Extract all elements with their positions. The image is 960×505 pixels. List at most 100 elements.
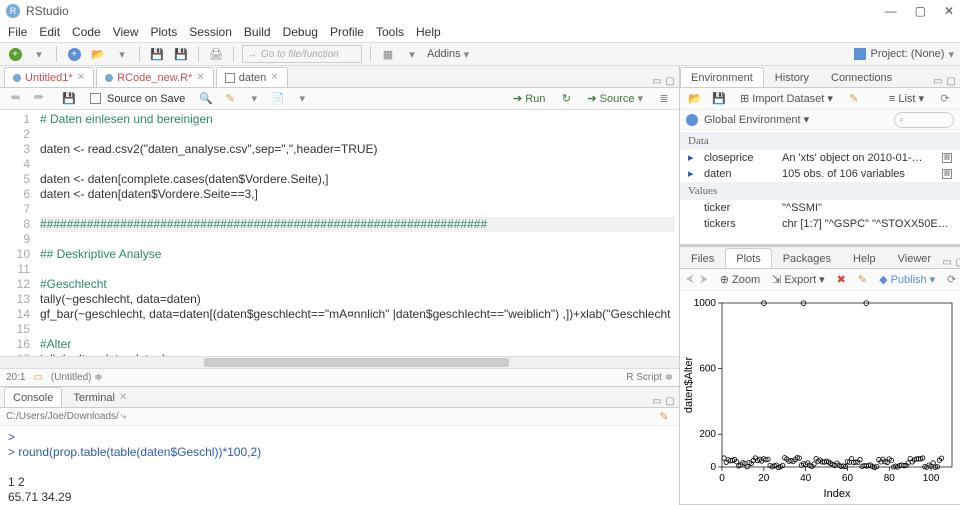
next-plot-button[interactable]: ⮞	[700, 271, 708, 289]
import-dataset-button[interactable]: ⊞Import Dataset ▾	[740, 92, 833, 105]
tab-connections[interactable]: Connections	[820, 67, 903, 87]
code-editor[interactable]: 1234567891011121314151617181920212223 # …	[0, 110, 679, 356]
env-row[interactable]: tickerschr [1:7] "^GSPC" "^STOXX50E"…	[680, 216, 960, 232]
pane-max-icon[interactable]: ▢	[666, 396, 675, 407]
menu-view[interactable]: View	[113, 25, 139, 39]
save-button[interactable]: 💾	[148, 45, 166, 63]
new-file-button[interactable]: +	[6, 45, 24, 63]
remove-plot-button[interactable]: ✖	[837, 271, 846, 289]
pane-max-icon[interactable]: ▢	[956, 257, 960, 268]
save-workspace-button[interactable]: 💾	[710, 90, 728, 108]
expand-arrow-icon[interactable]: ▸	[688, 150, 698, 166]
console-path-bar: C:/Users/Joe/Downloads/ ⤷ ✎	[0, 408, 679, 426]
tab-environment[interactable]: Environment	[680, 67, 764, 87]
menu-profile[interactable]: Profile	[330, 25, 364, 39]
project-menu[interactable]: Project: (None) ▾	[854, 48, 954, 61]
run-button[interactable]: ➔Run	[513, 92, 545, 105]
tab-viewer[interactable]: Viewer	[887, 248, 942, 268]
menu-help[interactable]: Help	[416, 25, 441, 39]
outline-button[interactable]: ≣	[655, 90, 673, 108]
menu-debug[interactable]: Debug	[283, 25, 318, 39]
clear-console-button[interactable]: ✎	[655, 408, 673, 426]
tab-packages[interactable]: Packages	[772, 248, 842, 268]
menu-file[interactable]: File	[8, 25, 27, 39]
view-data-icon[interactable]: ▦	[942, 153, 952, 163]
report-button[interactable]: 📄	[269, 90, 287, 108]
env-scope[interactable]: Global Environment ▾	[704, 113, 809, 126]
path-go-icon[interactable]: ⤷	[121, 411, 127, 422]
tab-files[interactable]: Files	[680, 248, 725, 268]
tab-help[interactable]: Help	[842, 248, 887, 268]
wand-button[interactable]: ✎	[221, 90, 239, 108]
minimize-button[interactable]: —	[885, 4, 897, 18]
view-data-icon[interactable]: ▦	[942, 169, 952, 179]
tab-console[interactable]: Console	[4, 387, 62, 407]
wand-dropdown[interactable]: ▾	[245, 90, 263, 108]
editor-h-scroll[interactable]	[0, 356, 679, 368]
grid-dropdown[interactable]: ▾	[403, 45, 421, 63]
env-row[interactable]: ticker"^SSMI"	[680, 200, 960, 216]
titlebar: R RStudio — ▢ ✕	[0, 0, 960, 22]
export-button[interactable]: ⇲Export ▾	[772, 273, 825, 286]
prev-plot-button[interactable]: ⮜	[686, 271, 694, 289]
tab-untitled1[interactable]: Untitled1*✕	[4, 67, 94, 87]
publish-button[interactable]: ◆Publish ▾	[879, 273, 935, 286]
list-view-button[interactable]: ≡ List ▾	[889, 92, 924, 105]
refresh-plot-button[interactable]: ⟳	[947, 271, 956, 289]
menu-code[interactable]: Code	[72, 25, 101, 39]
clear-plots-button[interactable]: ✎	[858, 271, 867, 289]
close-tab-icon[interactable]: ✕	[270, 72, 278, 83]
tab-plots[interactable]: Plots	[725, 248, 771, 268]
rerun-button[interactable]: ↻	[557, 90, 575, 108]
zoom-button[interactable]: ⊕Zoom	[720, 273, 760, 286]
new-project-button[interactable]: +	[65, 45, 83, 63]
tab-terminal[interactable]: Terminal✕	[64, 387, 136, 407]
menu-tools[interactable]: Tools	[376, 25, 404, 39]
load-workspace-button[interactable]: 📂	[686, 90, 704, 108]
close-button[interactable]: ✕	[944, 4, 954, 18]
tab-rcode-new[interactable]: RCode_new.R*✕	[96, 67, 214, 87]
pane-min-icon[interactable]: ▭	[652, 76, 661, 87]
source-button[interactable]: ➔Source ▾	[587, 92, 643, 105]
pane-max-icon[interactable]: ▢	[947, 76, 956, 87]
pane-min-icon[interactable]: ▭	[933, 76, 942, 87]
clear-env-button[interactable]: ✎	[845, 90, 863, 108]
save-source-button[interactable]: 💾	[60, 90, 78, 108]
editor-toolbar: ⮪ ⮫ 💾 Source on Save 🔍 ✎ ▾ 📄 ▾ ➔Run ↻ ➔S…	[0, 88, 679, 110]
menu-build[interactable]: Build	[244, 25, 271, 39]
open-file-button[interactable]: 📂	[89, 45, 107, 63]
refresh-env-button[interactable]: ⟳	[936, 90, 954, 108]
pane-max-icon[interactable]: ▢	[666, 76, 675, 87]
menu-session[interactable]: Session	[189, 25, 232, 39]
env-row[interactable]: ▸closepriceAn 'xts' object on 2010-01-…▦	[680, 150, 960, 166]
tab-daten[interactable]: daten✕	[216, 67, 288, 87]
menu-edit[interactable]: Edit	[39, 25, 60, 39]
report-dropdown[interactable]: ▾	[293, 90, 311, 108]
save-all-button[interactable]: 💾	[172, 45, 190, 63]
console-output[interactable]: > > round(prop.table(table(daten$Geschl)…	[0, 426, 679, 505]
code-area[interactable]: # Daten einlesen und bereinigen daten <-…	[36, 110, 679, 356]
pane-min-icon[interactable]: ▭	[942, 257, 951, 268]
maximize-button[interactable]: ▢	[915, 4, 926, 18]
menu-plots[interactable]: Plots	[151, 25, 178, 39]
addins-menu[interactable]: Addins ▾	[427, 48, 469, 61]
section-label[interactable]: (Untitled) ≑	[51, 372, 103, 383]
back-button[interactable]: ⮪	[6, 90, 24, 108]
source-on-save-checkbox[interactable]	[90, 93, 101, 104]
env-search-input[interactable]: ⌕	[894, 112, 954, 128]
file-type[interactable]: R Script ≑	[626, 372, 673, 383]
print-button[interactable]: 🖨	[207, 45, 225, 63]
open-dropdown[interactable]: ▾	[113, 45, 131, 63]
goto-file-input[interactable]: → Go to file/function	[242, 45, 362, 63]
close-tab-icon[interactable]: ✕	[77, 72, 85, 83]
fwd-button[interactable]: ⮫	[30, 90, 48, 108]
env-row[interactable]: ▸daten105 obs. of 106 variables▦	[680, 166, 960, 182]
close-tab-icon[interactable]: ✕	[196, 72, 204, 83]
tab-history[interactable]: History	[764, 67, 820, 87]
grid-view-button[interactable]: ▦	[379, 45, 397, 63]
close-tab-icon[interactable]: ✕	[119, 392, 127, 403]
find-button[interactable]: 🔍	[197, 90, 215, 108]
pane-min-icon[interactable]: ▭	[652, 396, 661, 407]
expand-arrow-icon[interactable]: ▸	[688, 166, 698, 182]
new-dropdown[interactable]: ▾	[30, 45, 48, 63]
